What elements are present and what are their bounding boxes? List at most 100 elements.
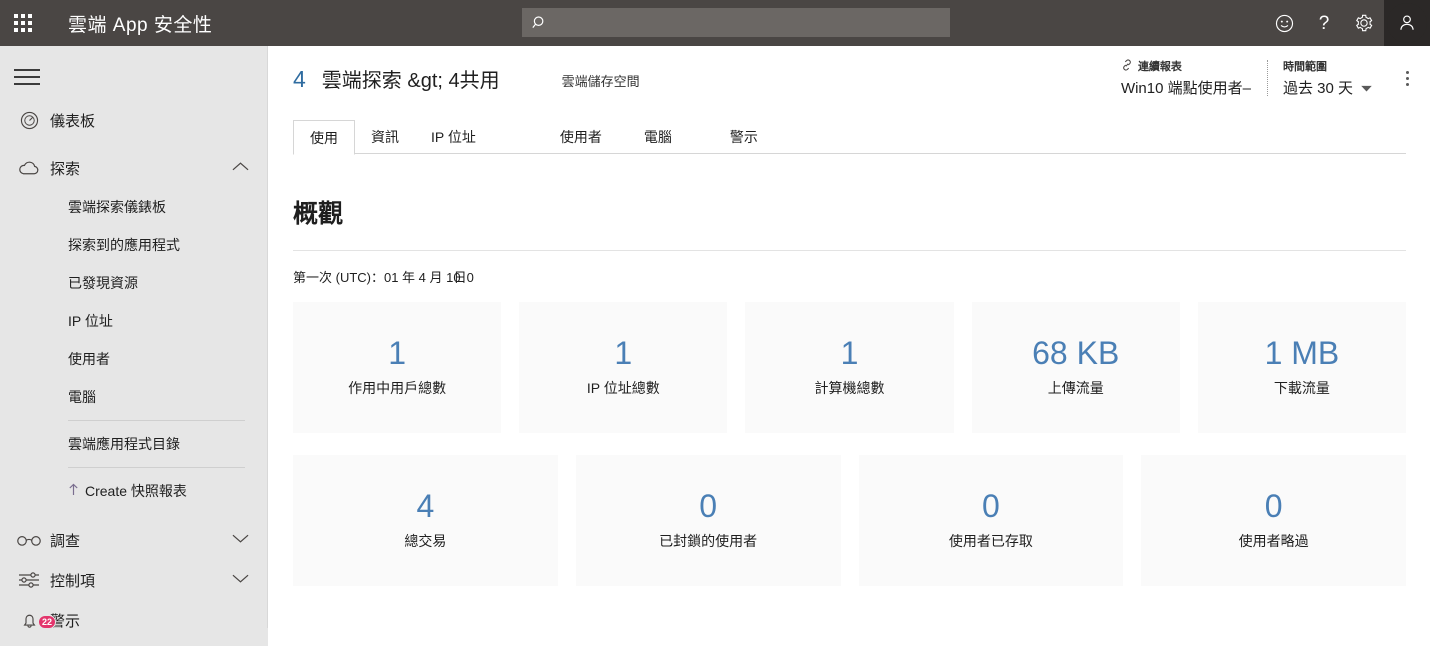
sidebar-item-control[interactable]: 控制項	[0, 560, 267, 600]
menu-toggle-button[interactable]	[14, 64, 44, 90]
kpi-value: 0	[1264, 487, 1283, 524]
app-launcher-button[interactable]	[0, 0, 46, 46]
search-icon	[532, 15, 544, 28]
kebab-menu-icon[interactable]	[1394, 58, 1420, 98]
kpi-value: 1	[614, 334, 633, 371]
page-subtitle: 雲端儲存空間	[561, 74, 640, 89]
sidebar-item-dashboard[interactable]: 儀表板	[0, 100, 267, 140]
continuous-report-value: Win10 端點使用者–	[1120, 80, 1251, 97]
header-controls: 連續報表 Win10 端點使用者– 時間範圍 過去 30 天	[1105, 58, 1420, 98]
kpi-card-computers[interactable]: 1 計算機總數	[745, 302, 954, 433]
kpi-label: 總交易	[404, 533, 447, 550]
tab-usage[interactable]: 使用	[293, 120, 355, 155]
kpi-row-primary: 1 作用中用戶總數 1 IP 位址總數 1 計算機總數 68 KB 上傳流量 1…	[269, 302, 1430, 433]
sidebar-item-discovered-apps[interactable]: 探索到的應用程式	[0, 226, 267, 264]
kpi-card-ip-addresses[interactable]: 1 IP 位址總數	[519, 302, 728, 433]
sidebar-divider	[68, 420, 245, 421]
tab-alerts[interactable]: 警示	[714, 120, 774, 154]
kpi-card-upload-traffic[interactable]: 68 KB 上傳流量	[971, 302, 1180, 433]
kpi-value: 0	[699, 487, 718, 524]
kpi-label: 下載流量	[1273, 380, 1330, 397]
global-search[interactable]	[522, 8, 950, 37]
sidebar-footer-strip	[0, 628, 268, 646]
tab-computers[interactable]: 電腦	[628, 120, 688, 154]
sidebar-item-label: Create 快照報表	[85, 483, 187, 499]
kpi-card-total-transactions[interactable]: 4 總交易	[293, 455, 558, 586]
brand-title: 雲端 App 安全性	[68, 14, 213, 36]
feedback-smiley-icon[interactable]	[1264, 0, 1304, 46]
kpi-card-download-traffic[interactable]: 1 MB 下載流量	[1197, 302, 1407, 433]
sidebar-item-cloud-app-catalog[interactable]: 雲端應用程式目錄	[0, 425, 267, 463]
chevron-down-icon[interactable]	[1361, 79, 1372, 96]
alerts-badge: 22	[38, 614, 57, 629]
continuous-report-label-row: 連續報表	[1121, 58, 1251, 74]
main-content: 4 雲端探索 &gt; 4共用 雲端儲存空間 連續報表 Win10 端點使用者–…	[269, 46, 1430, 646]
page-title: 雲端探索 &gt; 4共用	[321, 70, 500, 92]
kpi-card-users-bypassed[interactable]: 0 使用者略過	[1141, 455, 1406, 586]
settings-gear-icon[interactable]	[1344, 0, 1384, 46]
sidebar-item-label: 控制項	[50, 572, 96, 590]
continuous-report-label: 連續報表	[1137, 61, 1182, 73]
sidebar-item-investigate[interactable]: 調查	[0, 520, 267, 560]
time-range-dropdown[interactable]: 過去 30 天	[1283, 77, 1372, 98]
page-header: 4 雲端探索 &gt; 4共用 雲端儲存空間 連續報表 Win10 端點使用者–…	[269, 46, 1430, 118]
link-icon	[1121, 59, 1133, 74]
avatar	[1387, 3, 1427, 43]
left-sidebar: 儀表板 探索 雲端探索儀錶板 探索到的應用程式 已發現資源 IP 位址 使用者 …	[0, 46, 268, 646]
kpi-label: 作用中用戶總數	[348, 380, 447, 397]
top-bar-actions: ?	[1264, 0, 1430, 46]
chevron-down-icon[interactable]	[232, 571, 249, 589]
kpi-label: 上傳流量	[1047, 380, 1104, 397]
glasses-icon	[12, 533, 46, 547]
person-icon	[1400, 15, 1414, 30]
kpi-label: 使用者已存取	[948, 533, 1033, 550]
time-range-block[interactable]: 時間範圍 過去 30 天	[1266, 58, 1388, 98]
top-app-bar: 雲端 App 安全性 ?	[0, 0, 1430, 46]
sidebar-item-label: 儀表板	[50, 112, 96, 130]
kpi-card-users-accessed[interactable]: 0 使用者已存取	[858, 455, 1124, 586]
kpi-value: 68 KB	[1032, 334, 1120, 371]
sidebar-item-cloud-discovery-dashboard[interactable]: 雲端探索儀錶板	[0, 188, 267, 226]
overview-heading: 概觀	[293, 200, 344, 228]
sidebar-item-label: 探索	[50, 160, 81, 178]
breadcrumb-count: 4	[293, 66, 306, 92]
upload-arrow-icon	[68, 483, 79, 499]
kpi-label: 計算機總數	[814, 380, 885, 397]
kpi-label: 已封鎖的使用者	[659, 533, 758, 550]
continuous-report-block[interactable]: 連續報表 Win10 端點使用者–	[1105, 58, 1267, 98]
sidebar-item-label: 調查	[50, 532, 81, 550]
tab-info[interactable]: 資訊	[355, 120, 415, 154]
search-input[interactable]	[548, 8, 950, 37]
sidebar-item-discovered-resources[interactable]: 已發現資源	[0, 264, 267, 302]
kpi-row-secondary: 4 總交易 0 已封鎖的使用者 0 使用者已存取 0 使用者略過	[269, 455, 1430, 586]
help-question-icon[interactable]: ?	[1304, 0, 1344, 46]
sidebar-item-computers[interactable]: 電腦	[0, 378, 267, 416]
sliders-icon	[12, 570, 46, 590]
first-seen-overlap: 日0	[453, 270, 474, 285]
kpi-value: 1	[388, 334, 406, 371]
kpi-card-active-users[interactable]: 1 作用中用戶總數	[293, 302, 502, 433]
gauge-icon	[12, 110, 46, 131]
time-range-value: 過去 30 天	[1282, 80, 1353, 97]
chevron-up-icon[interactable]	[232, 159, 249, 177]
first-seen-text: 第一次 (UTC)：01 年 4 月 10日0	[269, 251, 1430, 286]
kpi-label: 使用者略過	[1238, 533, 1309, 550]
kpi-value: 1 MB	[1264, 334, 1340, 371]
kpi-card-blocked-users[interactable]: 0 已封鎖的使用者	[575, 455, 841, 586]
kpi-value: 4	[416, 487, 435, 524]
sidebar-item-create-snapshot-report[interactable]: Create 快照報表	[0, 472, 267, 510]
sidebar-item-ip-addresses[interactable]: IP 位址	[0, 302, 267, 340]
sidebar-item-discover[interactable]: 探索	[0, 148, 267, 188]
account-avatar[interactable]	[1384, 0, 1430, 46]
kpi-label: IP 位址總數	[586, 380, 660, 397]
tab-ip-addresses[interactable]: IP 位址	[415, 120, 492, 154]
chevron-down-icon[interactable]	[232, 531, 249, 549]
sidebar-item-users[interactable]: 使用者	[0, 340, 267, 378]
cloud-icon	[12, 158, 46, 178]
tab-bar: 使用 資訊 IP 位址 使用者 電腦 警示	[269, 120, 1430, 155]
tab-users[interactable]: 使用者	[544, 120, 618, 154]
time-range-label: 時間範圍	[1282, 61, 1327, 73]
first-seen-value: 第一次 (UTC)：01 年 4 月 10	[293, 270, 461, 285]
waffle-icon	[14, 14, 32, 32]
sidebar-divider	[68, 467, 245, 468]
